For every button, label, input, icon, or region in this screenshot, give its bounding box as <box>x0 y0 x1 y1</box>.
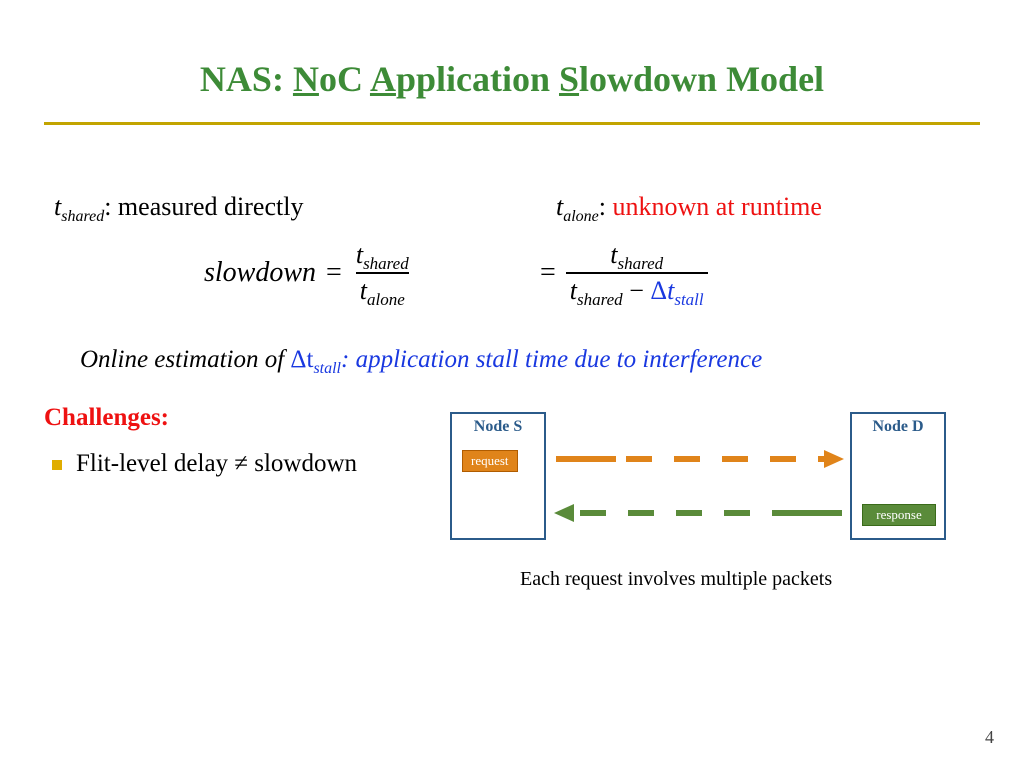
t-alone-after: : <box>599 192 613 221</box>
frac2-num-t: t <box>610 240 617 269</box>
bullet-1: Flit-level delay ≠ slowdown <box>52 450 357 478</box>
title-prefix: NAS: <box>200 59 293 99</box>
node-s-box: Node S request <box>450 412 546 540</box>
frac2-den-t1: t <box>570 276 577 305</box>
node-d-label: Node D <box>852 418 944 436</box>
delta-sub: stall <box>674 290 703 309</box>
slide-title: NAS: NoC Application Slowdown Model <box>0 58 1024 100</box>
t-alone-red: unknown at runtime <box>613 192 822 221</box>
equation-left: slowdown = tshared talone <box>204 240 413 306</box>
frac2-den-sub1: shared <box>577 290 623 309</box>
est-delta-t: Δt <box>290 346 313 373</box>
title-rule <box>44 122 980 125</box>
equation-right: = tshared tshared − Δtstall <box>540 240 708 306</box>
est-dt: Δtstall <box>290 346 341 373</box>
node-s-label: Node S <box>452 418 544 436</box>
page-number: 4 <box>985 727 994 748</box>
estimation-line: Online estimation of Δtstall: applicatio… <box>80 346 762 378</box>
arrow-res-dash <box>580 510 780 516</box>
diagram: Node S request Node D response <box>450 412 960 572</box>
node-d-box: Node D response <box>850 412 946 540</box>
arrow-req-solid <box>556 456 616 462</box>
frac1-den-sub: alone <box>367 290 405 309</box>
frac-2: tshared tshared − Δtstall <box>566 240 708 306</box>
t-shared-sub: shared <box>61 208 104 225</box>
title-underline-s: S <box>559 59 579 99</box>
title-slow-rest: lowdown Model <box>579 59 824 99</box>
title-underline-n: N <box>293 59 319 99</box>
est-pre: Online estimation of <box>80 346 290 373</box>
frac1-den-t: t <box>360 276 367 305</box>
title-app-rest: pplication <box>396 59 559 99</box>
frac1-num: tshared <box>352 240 413 272</box>
t-shared-after: : measured directly <box>104 192 303 221</box>
bullet-1-text: Flit-level delay ≠ slowdown <box>76 450 357 478</box>
arrow-res-solid <box>780 510 842 516</box>
frac2-den: tshared − Δtstall <box>566 272 708 306</box>
bullet-icon <box>52 460 62 470</box>
request-tag: request <box>462 450 518 472</box>
eq-sign-1: = <box>326 257 342 289</box>
frac2-num: tshared <box>606 240 667 272</box>
title-noc-rest: oC <box>319 59 370 99</box>
delta-t-stall: Δtstall <box>650 276 703 305</box>
eq-sign-2: = <box>540 257 556 289</box>
frac1-num-t: t <box>356 240 363 269</box>
arrow-req-dash <box>626 456 824 462</box>
frac1-den: talone <box>356 272 409 306</box>
est-sub: stall <box>313 360 341 377</box>
arrow-req-head-icon <box>824 450 844 468</box>
t-alone-sub: alone <box>563 208 599 225</box>
eq-minus: − <box>623 276 651 305</box>
t-shared-line: tshared: measured directly <box>54 192 303 226</box>
t-alone-line: talone: unknown at runtime <box>556 192 822 226</box>
frac2-num-sub: shared <box>618 254 664 273</box>
diagram-caption: Each request involves multiple packets <box>520 568 832 591</box>
response-tag: response <box>862 504 936 526</box>
title-underline-a: A <box>370 59 396 99</box>
eq-lhs: slowdown <box>204 257 316 289</box>
challenges-heading: Challenges: <box>44 404 169 432</box>
frac-1: tshared talone <box>352 240 413 306</box>
frac1-num-sub: shared <box>363 254 409 273</box>
delta-sym: Δ <box>650 276 667 305</box>
est-post: : application stall time due to interfer… <box>341 346 762 373</box>
arrow-res-head-icon <box>554 504 574 522</box>
slide: NAS: NoC Application Slowdown Model tsha… <box>0 0 1024 768</box>
